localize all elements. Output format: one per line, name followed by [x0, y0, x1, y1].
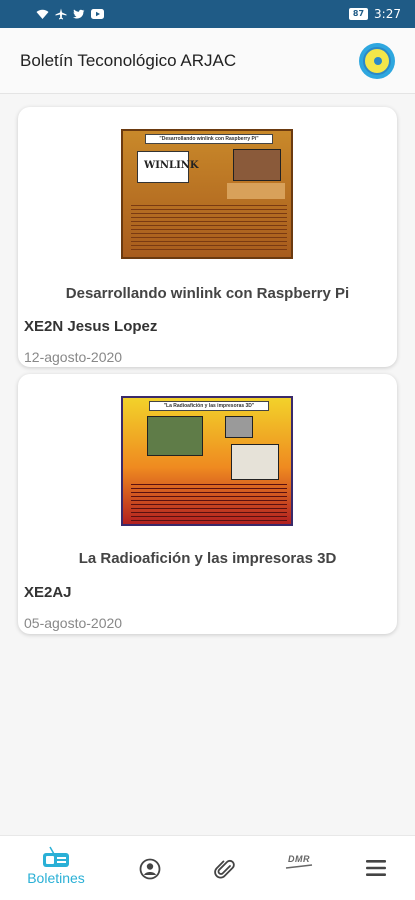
- thumbnail-banner: "Desarrollando winlink con Raspberry Pi": [145, 134, 273, 144]
- bottom-nav: Boletines DMR: [0, 835, 415, 900]
- bulletin-author: XE2N Jesus Lopez: [24, 318, 158, 335]
- thumbnail-photo: [231, 444, 279, 480]
- winlink-logo: WINLINK: [137, 151, 199, 183]
- radio-icon: [43, 846, 69, 867]
- bulletin-thumbnail[interactable]: "La Radioafición y las impresoras 3D": [121, 396, 293, 526]
- bulletin-date: 05-agosto-2020: [24, 615, 123, 631]
- wifi-icon: [36, 9, 49, 19]
- app-title: Boletín Teconológico ARJAC: [20, 50, 237, 70]
- thumbnail-banner: "La Radioafición y las impresoras 3D": [149, 401, 269, 411]
- author-photo: [233, 149, 281, 181]
- nav-item-profile[interactable]: [139, 846, 161, 880]
- nav-item-dmr[interactable]: DMR: [285, 846, 313, 870]
- nav-item-attachments[interactable]: [214, 846, 236, 881]
- bulletin-card[interactable]: "Desarrollando winlink con Raspberry Pi"…: [18, 107, 397, 367]
- bulletin-author: XE2AJ: [24, 584, 72, 601]
- bulletin-date: 12-agosto-2020: [24, 349, 123, 365]
- dmr-underline: [285, 864, 313, 869]
- arjac-logo-icon[interactable]: [359, 42, 395, 79]
- thumbnail-photo: [147, 416, 203, 456]
- airplane-icon: [55, 8, 67, 20]
- thumbnail-text: [131, 484, 287, 522]
- twitter-icon: [73, 9, 85, 19]
- profile-icon: [139, 858, 161, 880]
- nav-label: Boletines: [27, 870, 85, 886]
- bulletin-title[interactable]: Desarrollando winlink con Raspberry Pi: [18, 285, 397, 302]
- bulletin-thumbnail[interactable]: "Desarrollando winlink con Raspberry Pi"…: [121, 129, 293, 259]
- author-caption: [227, 183, 285, 199]
- bulletin-card[interactable]: "La Radioafición y las impresoras 3D" La…: [18, 374, 397, 634]
- thumbnail-text: [131, 205, 287, 253]
- thumbnail-photo: [225, 416, 253, 438]
- nav-item-boletines[interactable]: Boletines: [22, 846, 90, 886]
- battery-indicator: 87: [348, 8, 369, 20]
- app-bar: Boletín Teconológico ARJAC: [0, 28, 415, 94]
- nav-item-menu[interactable]: [366, 846, 386, 877]
- bulletin-title[interactable]: La Radioafición y las impresoras 3D: [18, 550, 397, 567]
- youtube-icon: [91, 9, 104, 19]
- status-time: 3:27: [374, 7, 401, 21]
- menu-icon: [366, 860, 386, 876]
- status-bar: 87 3:27: [0, 0, 415, 28]
- paperclip-icon: [214, 859, 235, 879]
- dmr-icon: DMR: [288, 854, 310, 864]
